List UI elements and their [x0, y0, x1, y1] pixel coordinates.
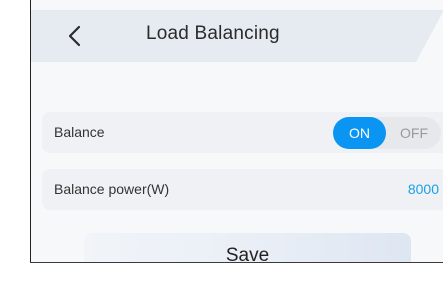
chevron-left-icon [68, 25, 81, 47]
balance-label: Balance [54, 124, 105, 140]
save-button[interactable]: Save [84, 233, 411, 262]
toggle-on-option[interactable]: ON [333, 117, 386, 149]
balance-row: Balance ON OFF [42, 112, 443, 153]
header-bar: Load Balancing [31, 10, 443, 62]
balance-toggle[interactable]: ON OFF [333, 117, 441, 149]
balance-power-label: Balance power(W) [54, 181, 170, 197]
app-screen: Load Balancing Balance ON OFF Balance po… [30, 0, 443, 262]
page-title: Load Balancing [146, 23, 280, 44]
divider [30, 262, 443, 263]
toggle-off-option[interactable]: OFF [391, 117, 437, 149]
back-button[interactable] [63, 22, 87, 50]
balance-power-value[interactable]: 8000 [408, 181, 439, 197]
balance-power-row[interactable]: Balance power(W) 8000 [42, 169, 443, 210]
